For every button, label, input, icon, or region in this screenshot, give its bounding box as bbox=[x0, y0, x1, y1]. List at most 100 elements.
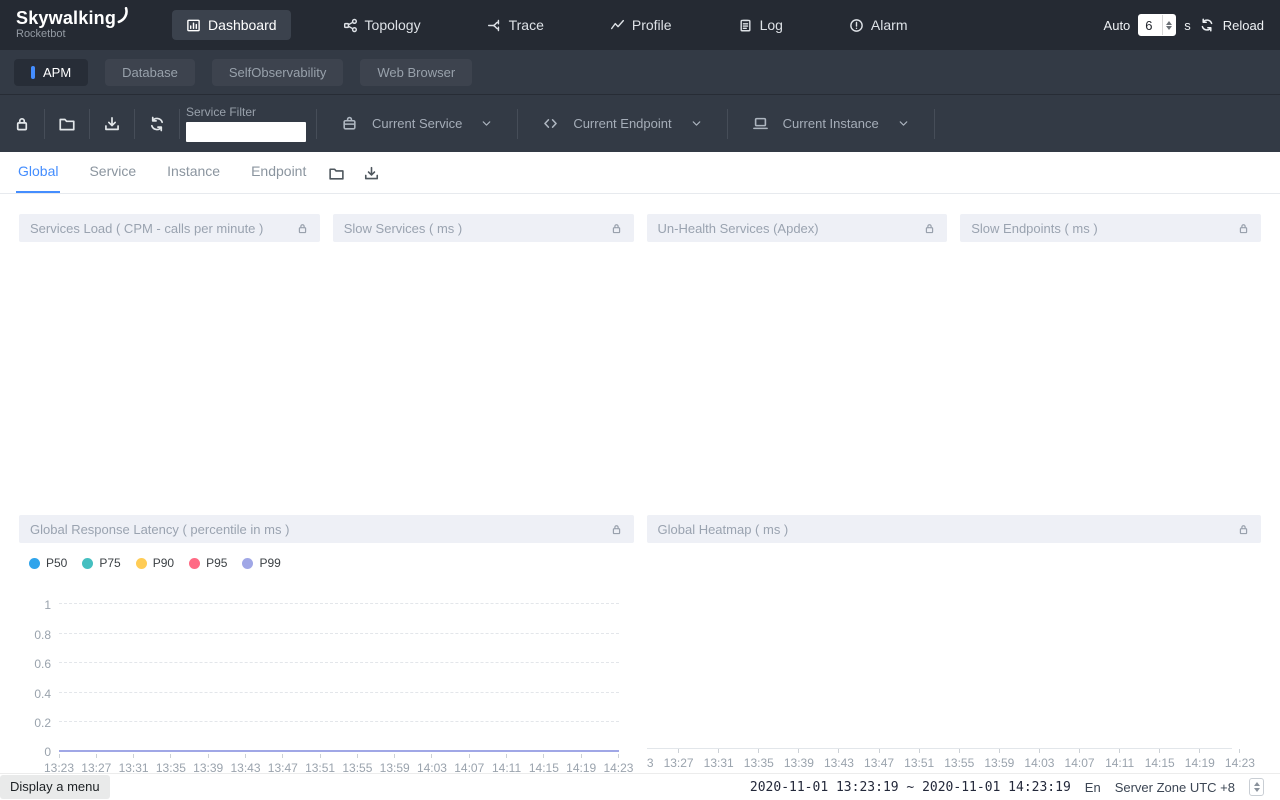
logo[interactable]: Skywalking Rocketbot bbox=[16, 9, 130, 40]
panel-title: Slow Endpoints ( ms ) bbox=[971, 221, 1237, 236]
lock-icon[interactable] bbox=[13, 115, 31, 133]
scope-tab-global[interactable]: Global bbox=[16, 163, 60, 193]
download-icon[interactable] bbox=[103, 115, 121, 133]
x-axis-tick-label: 14:23 bbox=[603, 761, 633, 773]
nav-item-log[interactable]: Log bbox=[724, 10, 797, 40]
tick-mark bbox=[1039, 749, 1040, 753]
refresh-icon[interactable] bbox=[148, 115, 166, 133]
metric-panel: Un-Health Services (Apdex) bbox=[647, 214, 948, 242]
metrics-panel-row: Services Load ( CPM - calls per minute )… bbox=[19, 214, 1261, 242]
nav-item-profile[interactable]: Profile bbox=[596, 10, 686, 40]
nav-item-topology[interactable]: Topology bbox=[329, 10, 435, 40]
lock-icon[interactable] bbox=[1237, 222, 1250, 235]
auto-reload-controls: Auto 6 s Reload bbox=[1104, 14, 1264, 36]
metric-panel: Services Load ( CPM - calls per minute ) bbox=[19, 214, 320, 242]
scope-tab-service[interactable]: Service bbox=[87, 163, 138, 193]
legend-label: P50 bbox=[46, 556, 67, 570]
language-toggle[interactable]: En bbox=[1085, 780, 1101, 795]
nav-item-dashboard[interactable]: Dashboard bbox=[172, 10, 291, 40]
x-axis-tick-label: 13:51 bbox=[305, 761, 335, 773]
reload-icon[interactable] bbox=[1199, 17, 1215, 33]
heatmap-x-axis: 13:2313:2713:3113:3513:3913:4313:4713:51… bbox=[647, 746, 1241, 770]
service-icon bbox=[341, 115, 358, 132]
main-nav: Dashboard Topology Trace Profile Log Alarm bbox=[172, 10, 921, 40]
topology-icon bbox=[343, 18, 358, 33]
x-axis-tick-label: 14:19 bbox=[566, 761, 596, 773]
folder-icon[interactable] bbox=[328, 165, 345, 182]
workspace-tab-selfobservability[interactable]: SelfObservability bbox=[212, 59, 344, 86]
tick-mark bbox=[798, 749, 799, 753]
nav-item-alarm[interactable]: Alarm bbox=[835, 10, 922, 40]
x-axis-tick-label: 14:19 bbox=[1185, 756, 1215, 770]
x-axis-tick-label: 13:31 bbox=[704, 756, 734, 770]
timezone-label: Server Zone UTC +8 bbox=[1115, 780, 1235, 795]
x-axis-tick-label: 13:55 bbox=[944, 756, 974, 770]
legend-item-p50[interactable]: P50 bbox=[29, 556, 67, 570]
tick-mark bbox=[245, 754, 246, 758]
x-axis-tick-label: 13:39 bbox=[784, 756, 814, 770]
stepper-arrows-icon[interactable] bbox=[1162, 15, 1175, 35]
latency-panel: Global Response Latency ( percentile in … bbox=[19, 515, 634, 773]
log-icon bbox=[738, 18, 753, 33]
tick-mark bbox=[208, 754, 209, 758]
lock-icon[interactable] bbox=[610, 222, 623, 235]
download-icon[interactable] bbox=[363, 165, 380, 182]
tick-mark bbox=[282, 754, 283, 758]
gridline: 0.4 bbox=[59, 692, 619, 693]
tick-mark bbox=[394, 754, 395, 758]
current-instance-selector[interactable]: Current Instance bbox=[728, 95, 934, 153]
dashboard-icon bbox=[186, 18, 201, 33]
service-filter-input[interactable] bbox=[186, 122, 306, 142]
current-endpoint-selector[interactable]: Current Endpoint bbox=[518, 95, 726, 153]
latency-panel-title: Global Response Latency ( percentile in … bbox=[30, 522, 610, 537]
x-axis-tick-label: 14:15 bbox=[1145, 756, 1175, 770]
heatmap-panel-header: Global Heatmap ( ms ) bbox=[647, 515, 1262, 543]
workspace-tab-label: APM bbox=[43, 65, 71, 80]
scope-tab-instance[interactable]: Instance bbox=[165, 163, 222, 193]
tick-mark bbox=[1239, 749, 1240, 753]
legend-item-p75[interactable]: P75 bbox=[82, 556, 120, 570]
current-service-selector[interactable]: Current Service bbox=[317, 95, 517, 153]
nav-item-trace[interactable]: Trace bbox=[473, 10, 558, 40]
tick-mark bbox=[170, 754, 171, 758]
scope-tab-endpoint[interactable]: Endpoint bbox=[249, 163, 308, 193]
legend-label: P95 bbox=[206, 556, 227, 570]
tick-mark bbox=[1119, 749, 1120, 753]
reload-label[interactable]: Reload bbox=[1223, 18, 1264, 33]
timezone-stepper[interactable] bbox=[1249, 778, 1264, 796]
latency-legend: P50 P75 P90 P95 P99 bbox=[29, 556, 634, 570]
toolbar-divider bbox=[934, 109, 935, 139]
lock-icon[interactable] bbox=[1237, 523, 1250, 536]
y-axis-tick-label: 0 bbox=[44, 745, 51, 759]
folder-icon[interactable] bbox=[58, 115, 76, 133]
legend-item-p95[interactable]: P95 bbox=[189, 556, 227, 570]
lock-icon[interactable] bbox=[296, 222, 309, 235]
tick-mark bbox=[543, 754, 544, 758]
panel-header: Un-Health Services (Apdex) bbox=[647, 214, 948, 242]
auto-interval-input[interactable]: 6 bbox=[1138, 14, 1176, 36]
trace-icon bbox=[487, 18, 502, 33]
tick-mark bbox=[469, 754, 470, 758]
legend-item-p99[interactable]: P99 bbox=[242, 556, 280, 570]
footer-controls: 2020-11-01 13:23:19 ~ 2020-11-01 14:23:1… bbox=[750, 774, 1264, 800]
y-axis-tick-label: 1 bbox=[44, 598, 51, 612]
chevron-down-icon bbox=[690, 117, 703, 130]
lock-icon[interactable] bbox=[923, 222, 936, 235]
legend-item-p90[interactable]: P90 bbox=[136, 556, 174, 570]
x-axis-tick-label: 13:55 bbox=[342, 761, 372, 773]
gridline: 1 bbox=[59, 603, 619, 604]
tick-mark bbox=[959, 749, 960, 753]
nav-item-label: Trace bbox=[509, 17, 544, 33]
x-axis-tick-label: 13:43 bbox=[824, 756, 854, 770]
x-axis-tick-label: 14:11 bbox=[1105, 756, 1134, 770]
scope-tab-icons bbox=[328, 165, 380, 193]
workspace-tab-web-browser[interactable]: Web Browser bbox=[360, 59, 472, 86]
nav-item-label: Profile bbox=[632, 17, 672, 33]
legend-dot bbox=[242, 558, 253, 569]
lock-icon[interactable] bbox=[610, 523, 623, 536]
time-range-picker[interactable]: 2020-11-01 13:23:19 ~ 2020-11-01 14:23:1… bbox=[750, 780, 1071, 795]
x-axis-tick-label: 14:03 bbox=[1024, 756, 1054, 770]
workspace-tab-apm[interactable]: APM bbox=[14, 59, 88, 86]
selector-label: Current Endpoint bbox=[573, 116, 671, 131]
workspace-tab-database[interactable]: Database bbox=[105, 59, 195, 86]
